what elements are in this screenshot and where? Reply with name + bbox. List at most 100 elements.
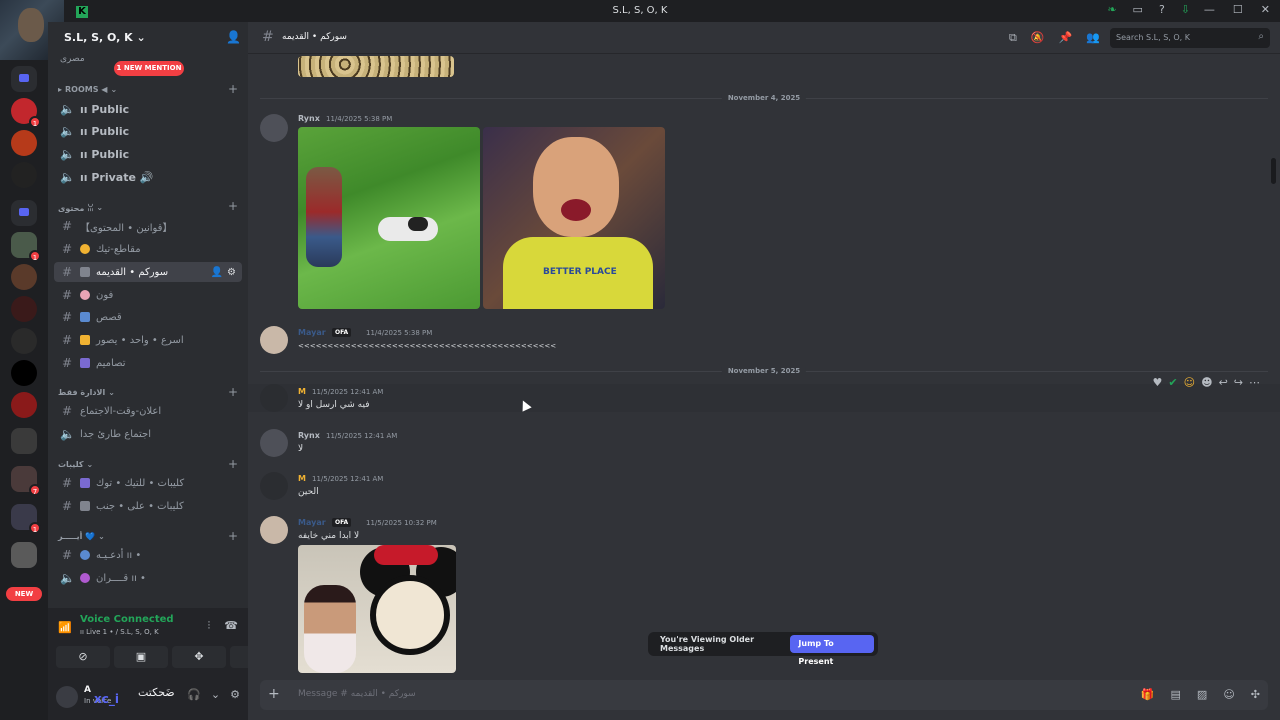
channel-stories[interactable]: # قصص <box>54 307 242 327</box>
message-author[interactable]: Mayar <box>298 328 326 337</box>
category-content[interactable]: محتوى ꈍ ⌄ <box>58 202 103 213</box>
reply-icon[interactable]: ↩ <box>1219 376 1228 389</box>
add-channel-icon[interactable]: + <box>228 82 238 96</box>
server-folder-5[interactable]: 1 <box>11 504 41 534</box>
member-list-icon[interactable]: 👥 <box>1086 31 1100 45</box>
server-icon-gag-dark[interactable] <box>11 162 37 188</box>
prev-channel-label[interactable]: مصرى <box>60 54 85 64</box>
server-folder-4[interactable]: 7 <box>11 466 41 496</box>
message-author[interactable]: M <box>298 387 306 396</box>
server-icon-d[interactable] <box>11 360 37 386</box>
category-rooms[interactable]: ▸ ROOMS ◀ ⌄ <box>58 85 117 94</box>
server-icon-a[interactable] <box>11 264 37 290</box>
channel-tiktok-clips[interactable]: # مقاطع-تيك <box>54 239 242 259</box>
voice-channel-public-3[interactable]: 🔈 ıı Public <box>54 144 242 164</box>
message-image-mickey[interactable] <box>298 545 456 673</box>
close-button[interactable]: ✕ <box>1261 3 1270 16</box>
jump-to-present-button[interactable]: Jump To Present <box>790 635 874 666</box>
message-input[interactable]: Message # سوركم • القديمه <box>298 689 416 699</box>
check-reaction-icon[interactable]: ✔ <box>1168 376 1177 389</box>
voice-channel-public-2[interactable]: 🔈 ıı Public <box>54 121 242 141</box>
apps-icon[interactable]: ✣ <box>1251 688 1260 701</box>
search-input[interactable]: Search S.L, S, O, K ⌕ <box>1110 28 1270 48</box>
avatar[interactable] <box>260 516 288 544</box>
message-author[interactable]: Mayar <box>298 518 326 527</box>
gift-icon[interactable]: 🎁 <box>1141 688 1155 701</box>
message-row-hovered[interactable] <box>248 384 1280 412</box>
camera-off-button[interactable]: ⊘ <box>56 646 110 668</box>
new-mention-pill[interactable]: 1 NEW MENTION <box>114 61 184 76</box>
server-folder-3[interactable] <box>11 428 37 454</box>
screen-share-button[interactable]: ▣ <box>114 646 168 668</box>
gear-icon[interactable]: ⚙ <box>227 267 236 278</box>
add-channel-icon[interactable]: + <box>228 199 238 213</box>
message-image-leopard[interactable] <box>298 56 454 77</box>
channel-rules[interactable]: # 【قوانين • المحتوى】 <box>54 216 242 236</box>
avatar[interactable] <box>260 384 288 412</box>
scrollbar-thumb[interactable] <box>1271 158 1276 184</box>
server-icon-gag[interactable] <box>11 130 37 156</box>
category-clips[interactable]: كليبات ⌄ <box>58 460 93 469</box>
channel-tiktok-clips-2[interactable]: # كليبات • للتيك • توك <box>54 473 242 493</box>
category-air[interactable]: أيـــــر 💙 ⌄ <box>58 532 105 541</box>
add-channel-icon[interactable]: + <box>228 529 238 543</box>
server-folder-icon[interactable] <box>11 66 37 92</box>
more-options-icon[interactable]: ⋯ <box>1249 376 1260 389</box>
sticker-icon[interactable]: ▨ <box>1197 688 1207 701</box>
server-folder-6[interactable] <box>11 542 37 568</box>
add-attachment-icon[interactable]: + <box>268 686 280 702</box>
avatar[interactable] <box>260 114 288 142</box>
settings-gear-icon[interactable]: ⚙ <box>230 688 240 701</box>
invite-people-icon[interactable]: 👤 <box>226 30 241 44</box>
headphones-icon[interactable]: 🎧 <box>187 688 201 701</box>
chevron-down-icon[interactable]: ⌄ <box>211 688 220 701</box>
server-icon-b[interactable] <box>11 296 37 322</box>
threads-icon[interactable]: ⧉ <box>1009 31 1017 45</box>
server-icon-e[interactable] <box>11 392 37 418</box>
category-admin[interactable]: الادارة فقط ⌄ <box>58 388 115 397</box>
avatar[interactable] <box>260 326 288 354</box>
help-icon[interactable]: ? <box>1159 3 1165 16</box>
voice-status[interactable]: Voice Connected <box>80 614 174 625</box>
avatar[interactable] <box>260 429 288 457</box>
activities-button[interactable]: ✥ <box>172 646 226 668</box>
channel-fastest[interactable]: # اسرع • واحد • يصور <box>54 330 242 350</box>
message-image-baby[interactable]: BETTER PLACE <box>483 127 665 309</box>
channel-prayers[interactable]: # أدعـيـه ıı • <box>54 545 242 565</box>
disconnect-icon[interactable]: ☎ <box>224 619 238 633</box>
maximize-button[interactable]: ☐ <box>1233 3 1243 16</box>
server-icon-c[interactable] <box>11 328 37 354</box>
forward-icon[interactable]: ↪ <box>1234 376 1243 389</box>
mute-bell-icon[interactable]: 🔕 <box>1031 31 1045 45</box>
download-icon[interactable]: ⇩ <box>1181 3 1190 16</box>
channel-designs[interactable]: # تصاميم <box>54 353 242 373</box>
laugh-reaction-icon[interactable]: ☺ <box>1184 376 1195 389</box>
invite-icon[interactable]: 👤 <box>211 267 223 278</box>
new-servers-pill[interactable]: NEW <box>6 587 42 601</box>
add-channel-icon[interactable]: + <box>228 385 238 399</box>
channel-meeting-time[interactable]: # اعلان-وقت-الاجتماع <box>54 401 242 421</box>
feather-icon[interactable]: ❧ <box>1107 3 1116 16</box>
voice-channel-private[interactable]: 🔈 ıı Private 🔊 <box>54 167 242 187</box>
channel-old-photos[interactable]: # سوركم • القديمه 👤 ⚙ <box>54 262 242 282</box>
message-image-grass[interactable] <box>298 127 480 309</box>
message-author[interactable]: M <box>298 474 306 483</box>
server-header[interactable]: S.L, S, O, K ⌄ 👤 <box>48 22 248 54</box>
channel-phone[interactable]: # فون <box>54 285 242 305</box>
emoji-picker-icon[interactable]: ☺ <box>1223 688 1234 701</box>
server-icon-cbs[interactable]: 1 <box>11 98 41 128</box>
channel-side-clips[interactable]: # كليبات • على • جنب <box>54 496 242 516</box>
heart-reaction-icon[interactable]: ♥ <box>1153 376 1163 389</box>
voice-channel-public-1[interactable]: 🔈 ıı Public <box>54 99 242 119</box>
noise-suppression-icon[interactable]: ⫶ <box>208 619 211 633</box>
pin-icon[interactable]: 📌 <box>1059 31 1073 45</box>
voice-channel-info[interactable]: ıı Live 1 • / S.L, S, O, K <box>80 628 159 636</box>
avatar[interactable] <box>56 686 78 708</box>
voice-channel-urgent[interactable]: 🔈 اجتماع طارئ جدا <box>54 424 242 444</box>
server-folder-icon-2[interactable] <box>11 200 37 226</box>
avatar[interactable] <box>260 472 288 500</box>
voice-channel-quran[interactable]: 🔈 قــــران ıı • <box>54 568 242 588</box>
message-author[interactable]: Rynx <box>298 431 320 440</box>
minimize-button[interactable]: — <box>1204 3 1215 16</box>
inbox-icon[interactable]: ▭ <box>1133 3 1143 16</box>
